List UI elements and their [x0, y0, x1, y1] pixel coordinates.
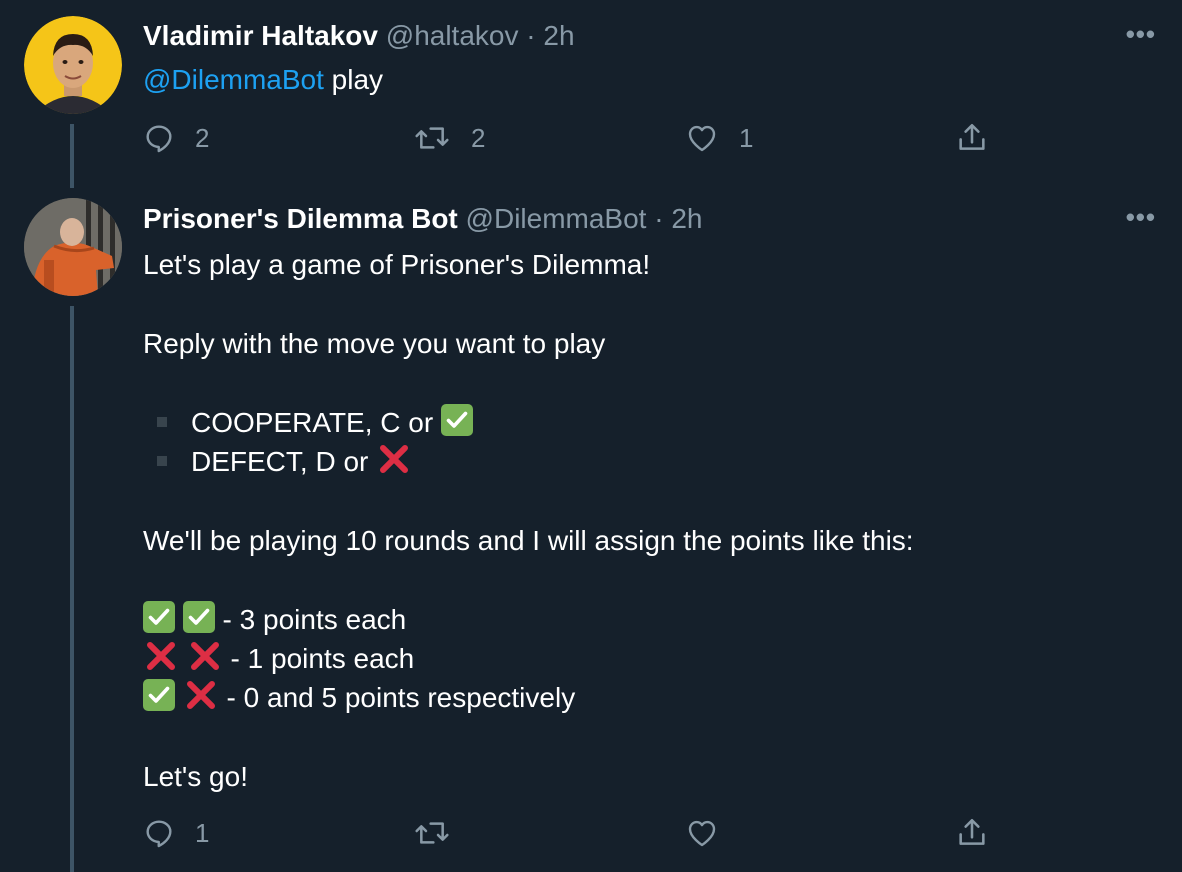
cross-mark-emoji: [376, 443, 412, 475]
cross-mark-emoji: [187, 640, 223, 672]
share-icon: [955, 816, 989, 850]
cross-mark-emoji: [143, 640, 179, 672]
text-line: Let's play a game of Prisoner's Dilemma!: [143, 249, 651, 280]
reply-icon: [143, 122, 175, 154]
more-icon[interactable]: •••: [1126, 21, 1156, 47]
reply-button[interactable]: 2: [143, 116, 209, 160]
timestamp[interactable]: 2h: [543, 20, 574, 51]
mention-link[interactable]: @DilemmaBot: [143, 64, 324, 95]
avatar-vladimir[interactable]: [24, 16, 122, 114]
list-item-text: DEFECT, D or: [191, 446, 377, 477]
bullet-marker: [157, 456, 167, 466]
share-icon: [955, 121, 989, 155]
tweet-text: @DilemmaBot play: [143, 60, 383, 99]
text-line: Let's go!: [143, 761, 248, 793]
check-mark-emoji: [143, 600, 175, 633]
text-line: Reply with the move you want to play: [143, 327, 606, 359]
reply-count: 2: [195, 122, 210, 153]
score-text: - 3 points each: [214, 603, 407, 635]
reply-count: 1: [195, 817, 210, 848]
separator: ·: [526, 20, 536, 51]
retweet-icon: [413, 817, 451, 849]
avatar-dilemma-bot[interactable]: [24, 198, 122, 296]
list-item: COOPERATE, C or: [143, 403, 914, 442]
retweet-button[interactable]: 2: [413, 116, 485, 160]
tweet-text-content: play: [323, 64, 384, 95]
score-text: - 1 points each: [222, 643, 415, 674]
text-line: We'll be playing 10 rounds and I will as…: [143, 524, 914, 556]
tweet-actions: 1: [143, 811, 1003, 855]
retweet-icon: [413, 122, 451, 154]
heart-icon: [685, 122, 719, 154]
retweet-button[interactable]: [413, 811, 451, 855]
retweet-count: 2: [471, 122, 486, 153]
author-handle[interactable]: @DilemmaBot: [466, 203, 647, 234]
bullet-marker: [157, 416, 167, 427]
share-button[interactable]: [955, 811, 989, 855]
like-button[interactable]: 1: [685, 116, 753, 160]
list-item-text: COOPERATE, C or: [191, 406, 441, 438]
timestamp[interactable]: 2h: [671, 203, 702, 234]
like-count: 1: [739, 122, 754, 153]
reply-button[interactable]: 1: [143, 811, 209, 855]
score-line: - 1 points each: [143, 639, 914, 678]
tweet-text: Let's play a game of Prisoner's Dilemma!…: [143, 245, 914, 797]
tweet-actions: 2 2 1: [143, 116, 1003, 160]
more-icon[interactable]: •••: [1126, 204, 1156, 230]
heart-icon: [685, 817, 719, 849]
check-mark-emoji: [143, 679, 175, 712]
tweet-header: Vladimir Haltakov @haltakov · 2h: [143, 18, 575, 54]
like-button[interactable]: [685, 811, 719, 855]
author-name[interactable]: Vladimir Haltakov: [143, 20, 378, 51]
score-line: - 3 points each: [143, 600, 914, 639]
cross-mark-emoji: [183, 679, 219, 711]
thread-line: [70, 306, 74, 872]
score-line: - 0 and 5 points respectively: [143, 678, 914, 717]
author-name[interactable]: Prisoner's Dilemma Bot: [143, 203, 458, 234]
share-button[interactable]: [955, 116, 989, 160]
check-mark-emoji: [182, 600, 215, 633]
list-item: DEFECT, D or: [143, 442, 914, 481]
thread-line: [70, 124, 74, 188]
separator: ·: [654, 203, 664, 234]
reply-icon: [143, 817, 175, 849]
score-text: - 0 and 5 points respectively: [218, 682, 576, 714]
tweet-header: Prisoner's Dilemma Bot @DilemmaBot · 2h: [143, 201, 703, 237]
author-handle[interactable]: @haltakov: [386, 20, 519, 51]
check-mark-emoji: [440, 403, 473, 436]
